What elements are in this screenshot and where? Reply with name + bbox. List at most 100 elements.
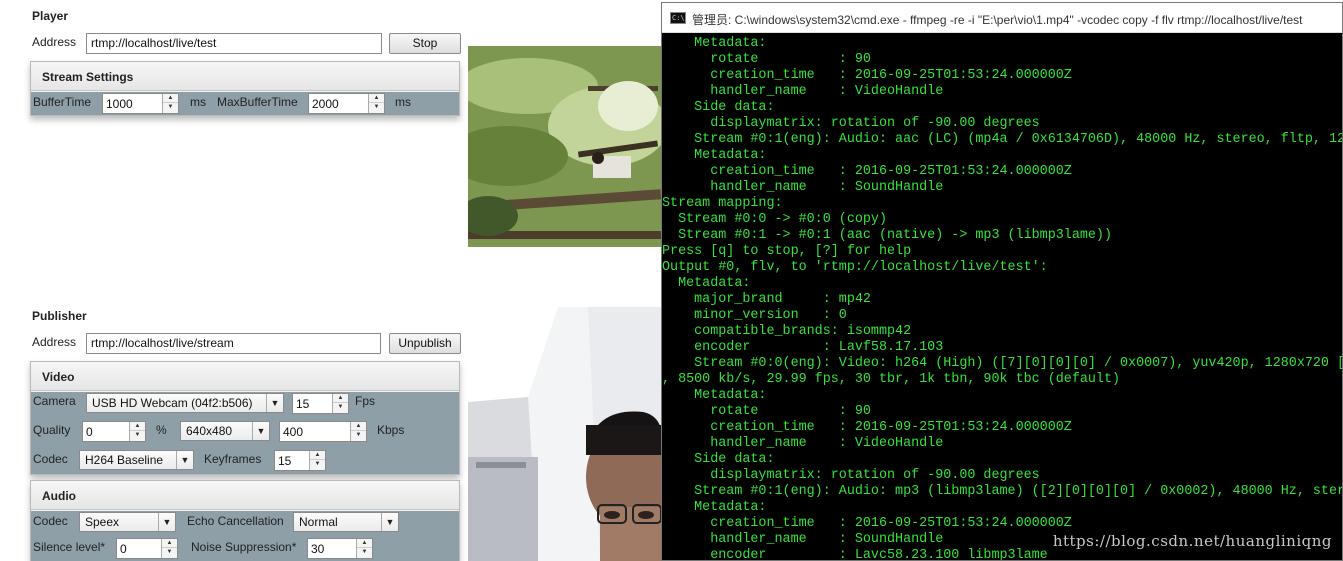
console-line: handler_name : VideoHandle — [662, 436, 944, 451]
console-line: , 8500 kb/s, 29.99 fps, 30 tbr, 1k tbn, … — [662, 372, 1121, 387]
echo-cancellation-select[interactable]: Normal ▼ — [293, 512, 399, 532]
unpublish-button[interactable]: Unpublish — [389, 333, 461, 354]
fps-stepper[interactable]: 15 ▲ ▼ — [292, 393, 349, 414]
spin-up-icon[interactable]: ▲ — [162, 539, 177, 548]
buffer-time-unit: ms — [190, 95, 206, 109]
fps-label: Fps — [355, 394, 376, 408]
spin-up-icon[interactable]: ▲ — [130, 422, 145, 431]
spin-down-icon[interactable]: ▼ — [163, 103, 178, 112]
max-buffer-time-value: 2000 — [312, 97, 339, 111]
chevron-down-icon[interactable]: ▼ — [381, 513, 398, 531]
video-panel-body: Camera USB HD Webcam (04f2:b506) ▼ 15 ▲ ▼… — [31, 392, 459, 474]
publisher-address-label: Address — [32, 335, 77, 349]
max-buffer-time-label: MaxBufferTime — [217, 95, 298, 109]
spin-up-icon[interactable]: ▲ — [163, 94, 178, 103]
echo-cancellation-value: Normal — [299, 515, 338, 529]
echo-cancellation-label: Echo Cancellation — [187, 514, 284, 528]
console-line: Press [q] to stop, [?] for help — [662, 244, 912, 259]
spin-down-icon[interactable]: ▼ — [333, 403, 348, 412]
keyframes-stepper[interactable]: 15 ▲ ▼ — [274, 450, 326, 471]
noise-suppression-stepper[interactable]: 30 ▲ ▼ — [307, 538, 373, 559]
spin-down-icon[interactable]: ▼ — [369, 103, 384, 112]
max-buffer-time-unit: ms — [395, 95, 411, 109]
quality-stepper[interactable]: 0 ▲ ▼ — [82, 421, 146, 442]
console-line: Stream #0:1(eng): Audio: mp3 (libmp3lame… — [694, 484, 1342, 499]
resolution-select[interactable]: 640x480 ▼ — [180, 421, 270, 441]
bitrate-stepper[interactable]: 400 ▲ ▼ — [279, 421, 367, 442]
console-line: compatible_brands: isommp42 — [662, 324, 912, 339]
audio-panel: Audio Codec Speex ▼ Echo Cancellation No… — [30, 480, 460, 561]
player-address-input[interactable]: rtmp://localhost/live/test — [86, 33, 382, 54]
console-line: creation_time : 2016-09-25T01:53:24.0000… — [662, 516, 1072, 531]
spin-up-icon[interactable]: ▲ — [310, 451, 325, 460]
console-line: minor_version : 0 — [662, 308, 847, 323]
publisher-address-input[interactable]: rtmp://localhost/live/stream — [86, 333, 381, 354]
console-line: rotate : 90 — [662, 52, 871, 67]
console-line: Stream #0:1(eng): Audio: aac (LC) (mp4a … — [694, 132, 1342, 147]
console-line: handler_name : SoundHandle — [662, 180, 944, 195]
audio-codec-value: Speex — [85, 515, 120, 529]
noise-suppression-value: 30 — [311, 542, 325, 556]
console-line: Side data: — [662, 452, 775, 467]
stop-button[interactable]: Stop — [389, 33, 461, 54]
spin-up-icon[interactable]: ▲ — [333, 394, 348, 403]
video-codec-select[interactable]: H264 Baseline ▼ — [79, 450, 194, 470]
spin-down-icon[interactable]: ▼ — [310, 460, 325, 469]
audio-panel-title: Audio — [31, 481, 459, 510]
cmd-window[interactable]: C:\ 管理员: C:\windows\system32\cmd.exe - f… — [661, 2, 1343, 561]
percent-label: % — [156, 423, 167, 437]
spin-up-icon[interactable]: ▲ — [369, 94, 384, 103]
spin-up-icon[interactable]: ▲ — [357, 539, 372, 548]
buffer-time-label: BufferTime — [33, 95, 92, 109]
silence-level-label: Silence level* — [33, 540, 106, 554]
publisher-video-frame — [468, 307, 661, 561]
keyframes-label: Keyframes — [204, 452, 262, 466]
fps-value: 15 — [296, 397, 310, 411]
stream-settings-title: Stream Settings — [31, 62, 459, 91]
chevron-down-icon[interactable]: ▼ — [252, 422, 269, 440]
cmd-titlebar[interactable]: C:\ 管理员: C:\windows\system32\cmd.exe - f… — [662, 3, 1342, 33]
kbps-label: Kbps — [377, 423, 405, 437]
chevron-down-icon[interactable]: ▼ — [266, 394, 283, 412]
console-line: Metadata: — [662, 500, 767, 515]
terminal-icon: C:\ — [670, 12, 686, 24]
console-line: Stream #0:0(eng): Video: h264 (High) ([7… — [694, 356, 1342, 371]
max-buffer-time-stepper[interactable]: 2000 ▲ ▼ — [308, 93, 385, 114]
resolution-value: 640x480 — [186, 424, 233, 438]
console-line: rotate : 90 — [662, 404, 871, 419]
noise-suppression-label: Noise Suppression* — [191, 540, 297, 554]
console-line: Stream #0:1 -> #0:1 (aac (native) -> mp3… — [662, 228, 1112, 243]
console-line: creation_time : 2016-09-25T01:53:24.0000… — [662, 164, 1072, 179]
console-line: displaymatrix: rotation of -90.00 degree… — [662, 468, 1040, 483]
silence-level-value: 0 — [120, 542, 127, 556]
console-line: Metadata: — [662, 148, 767, 163]
spin-up-icon[interactable]: ▲ — [351, 422, 366, 431]
chevron-down-icon[interactable]: ▼ — [176, 451, 193, 469]
cmd-title: 管理员: C:\windows\system32\cmd.exe - ffmpe… — [692, 13, 1303, 27]
chevron-down-icon[interactable]: ▼ — [158, 513, 175, 531]
console-line: displaymatrix: rotation of -90.00 degree… — [662, 116, 1040, 131]
audio-panel-body: Codec Speex ▼ Echo Cancellation Normal ▼… — [31, 511, 459, 561]
spin-down-icon[interactable]: ▼ — [351, 431, 366, 440]
audio-codec-select[interactable]: Speex ▼ — [79, 512, 176, 532]
camera-label: Camera — [33, 394, 76, 408]
camera-value: USB HD Webcam (04f2:b506) — [92, 396, 253, 410]
buffer-time-value: 1000 — [106, 97, 133, 111]
camera-select[interactable]: USB HD Webcam (04f2:b506) ▼ — [86, 393, 284, 413]
silence-level-stepper[interactable]: 0 ▲ ▼ — [116, 538, 178, 559]
video-codec-value: H264 Baseline — [85, 453, 164, 467]
player-video-frame — [468, 46, 661, 247]
console-line: handler_name : VideoHandle — [662, 84, 944, 99]
video-panel: Video Camera USB HD Webcam (04f2:b506) ▼… — [30, 361, 460, 475]
player-video[interactable] — [468, 46, 661, 247]
console-output[interactable]: Metadata: rotate : 90 creation_time : 20… — [662, 34, 1342, 560]
publisher-title: Publisher — [32, 309, 87, 323]
video-codec-label: Codec — [33, 452, 68, 466]
publisher-video[interactable] — [468, 307, 661, 561]
console-line: Stream #0:0 -> #0:0 (copy) — [662, 212, 887, 227]
spin-down-icon[interactable]: ▼ — [162, 548, 177, 557]
console-line: Metadata: — [662, 36, 767, 51]
buffer-time-stepper[interactable]: 1000 ▲ ▼ — [102, 93, 179, 114]
spin-down-icon[interactable]: ▼ — [130, 431, 145, 440]
spin-down-icon[interactable]: ▼ — [357, 548, 372, 557]
